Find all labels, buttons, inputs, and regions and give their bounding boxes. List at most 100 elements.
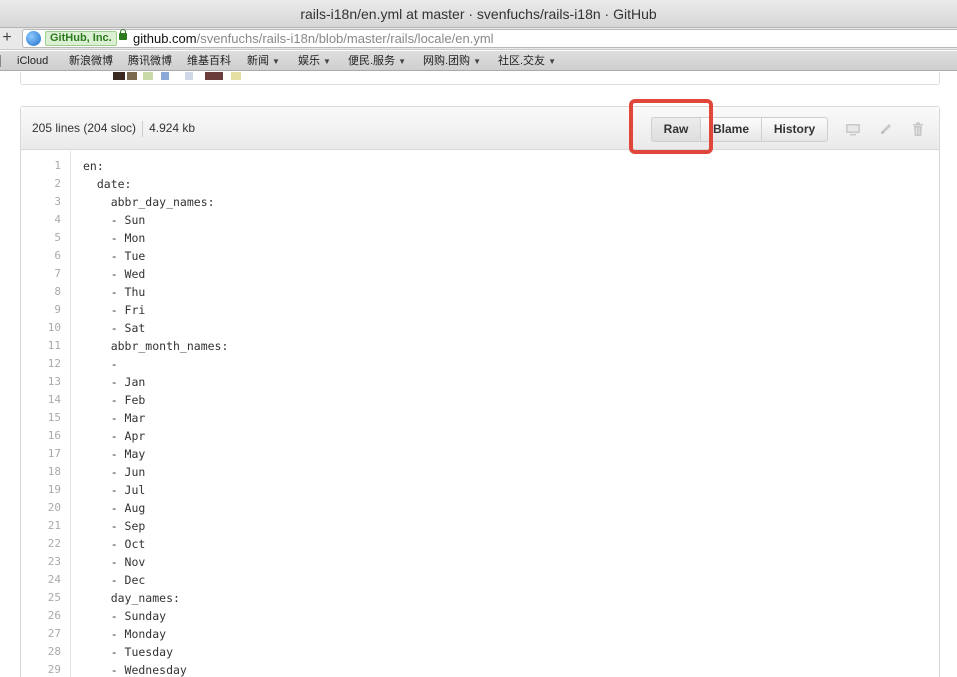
url-text[interactable]: github.com/svenfuchs/rails-i18n/blob/mas…	[133, 30, 494, 47]
code-row: 14 - Feb	[21, 391, 939, 409]
code-line: - Wed	[83, 267, 146, 281]
code-row: 12 -	[21, 355, 939, 373]
bookmark-label: 腾讯微博	[128, 55, 172, 67]
code-line: - Sun	[83, 213, 146, 227]
line-number[interactable]: 12	[21, 355, 61, 373]
certificate-badge[interactable]: GitHub, Inc.	[45, 31, 117, 46]
line-number[interactable]: 4	[21, 211, 61, 229]
code-row: 26 - Sunday	[21, 607, 939, 625]
bookmark-item[interactable]: 网购.团购 ▼	[423, 51, 481, 72]
line-number[interactable]: 16	[21, 427, 61, 445]
code-row: 11 abbr_month_names:	[21, 337, 939, 355]
code-line: - Tuesday	[83, 645, 174, 659]
line-number[interactable]: 5	[21, 229, 61, 247]
line-number[interactable]: 25	[21, 589, 61, 607]
line-number[interactable]: 9	[21, 301, 61, 319]
line-number[interactable]: 27	[21, 625, 61, 643]
line-number[interactable]: 1	[21, 157, 61, 175]
code-line: - Thu	[83, 285, 146, 299]
new-tab-button[interactable]: +	[0, 28, 14, 48]
code-line: - Monday	[83, 627, 167, 641]
chevron-down-icon: ▼	[272, 57, 280, 66]
code-line: - Jul	[83, 483, 146, 497]
line-number[interactable]: 13	[21, 373, 61, 391]
lock-icon	[119, 29, 127, 40]
code-line: - Nov	[83, 555, 146, 569]
bookmark-item[interactable]: 维基百科	[187, 51, 231, 71]
raw-button[interactable]: Raw	[651, 117, 701, 142]
avatar[interactable]	[113, 72, 125, 80]
line-number[interactable]: 29	[21, 661, 61, 677]
code-line: - Oct	[83, 537, 146, 551]
line-number[interactable]: 10	[21, 319, 61, 337]
avatar[interactable]	[161, 72, 169, 80]
code-row: 24 - Dec	[21, 571, 939, 589]
url-path: /svenfuchs/rails-i18n/blob/master/rails/…	[196, 31, 494, 46]
code-line: - Sep	[83, 519, 146, 533]
code-line: - Fri	[83, 303, 146, 317]
avatar[interactable]	[205, 72, 223, 80]
line-number[interactable]: 17	[21, 445, 61, 463]
url-field[interactable]: GitHub, Inc. github.com/svenfuchs/rails-…	[22, 29, 957, 48]
line-number[interactable]: 23	[21, 553, 61, 571]
bookmark-item[interactable]: 社区.交友 ▼	[498, 51, 556, 72]
avatar[interactable]	[231, 72, 241, 80]
line-number[interactable]: 8	[21, 283, 61, 301]
code-row: 10 - Sat	[21, 319, 939, 337]
line-number[interactable]: 14	[21, 391, 61, 409]
line-number[interactable]: 24	[21, 571, 61, 589]
code-row: 13 - Jan	[21, 373, 939, 391]
code-line: date:	[83, 177, 132, 191]
line-number[interactable]: 26	[21, 607, 61, 625]
code-row: 15 - Mar	[21, 409, 939, 427]
line-number[interactable]: 11	[21, 337, 61, 355]
code-row: 18 - Jun	[21, 463, 939, 481]
bookmark-label: 新闻	[247, 55, 269, 67]
code-line: abbr_day_names:	[83, 195, 215, 209]
code-row: 22 - Oct	[21, 535, 939, 553]
trash-icon[interactable]	[910, 121, 926, 137]
code-view[interactable]: 1 en: 2 date: 3 abbr_day_names: 4 - Sun 5 - M…	[21, 151, 939, 677]
file-info: 205 lines (204 sloc) 4.924 kb	[32, 107, 195, 150]
code-line: - Dec	[83, 573, 146, 587]
history-button[interactable]: History	[761, 117, 828, 142]
line-number[interactable]: 15	[21, 409, 61, 427]
bookmark-item[interactable]: iCloud	[17, 51, 48, 71]
line-number[interactable]: 7	[21, 265, 61, 283]
pencil-icon[interactable]	[878, 121, 894, 137]
desktop-icon[interactable]	[845, 121, 861, 137]
code-row: 27 - Monday	[21, 625, 939, 643]
code-row: 8 - Thu	[21, 283, 939, 301]
line-number[interactable]: 22	[21, 535, 61, 553]
code-line: - May	[83, 447, 146, 461]
code-line: - Wednesday	[83, 663, 187, 677]
code-row: 25 day_names:	[21, 589, 939, 607]
file-box: 205 lines (204 sloc) 4.924 kb Raw Blame H…	[20, 99, 940, 677]
line-number[interactable]: 6	[21, 247, 61, 265]
code-line: en:	[83, 159, 104, 173]
line-number[interactable]: 3	[21, 193, 61, 211]
avatar[interactable]	[143, 72, 153, 80]
line-number[interactable]: 2	[21, 175, 61, 193]
code-row: 5 - Mon	[21, 229, 939, 247]
bookmark-label: 娱乐	[298, 55, 320, 67]
bookmark-item[interactable]: 新闻 ▼	[247, 51, 280, 72]
avatar[interactable]	[127, 72, 137, 80]
bookmark-item[interactable]: 新浪微博	[69, 51, 113, 71]
chevron-down-icon: ▼	[473, 57, 481, 66]
code-line: - Mon	[83, 231, 146, 245]
blame-button[interactable]: Blame	[700, 117, 762, 142]
avatar[interactable]	[185, 72, 193, 80]
code-row: 23 - Nov	[21, 553, 939, 571]
line-number[interactable]: 21	[21, 517, 61, 535]
line-number[interactable]: 19	[21, 481, 61, 499]
bookmarks-separator	[0, 55, 1, 67]
bookmark-item[interactable]: 腾讯微博	[128, 51, 172, 71]
line-number[interactable]: 18	[21, 463, 61, 481]
line-number[interactable]: 28	[21, 643, 61, 661]
bookmark-item[interactable]: 便民.服务 ▼	[348, 51, 406, 72]
line-number[interactable]: 20	[21, 499, 61, 517]
code-row: 7 - Wed	[21, 265, 939, 283]
code-row: 2 date:	[21, 175, 939, 193]
bookmark-item[interactable]: 娱乐 ▼	[298, 51, 331, 72]
